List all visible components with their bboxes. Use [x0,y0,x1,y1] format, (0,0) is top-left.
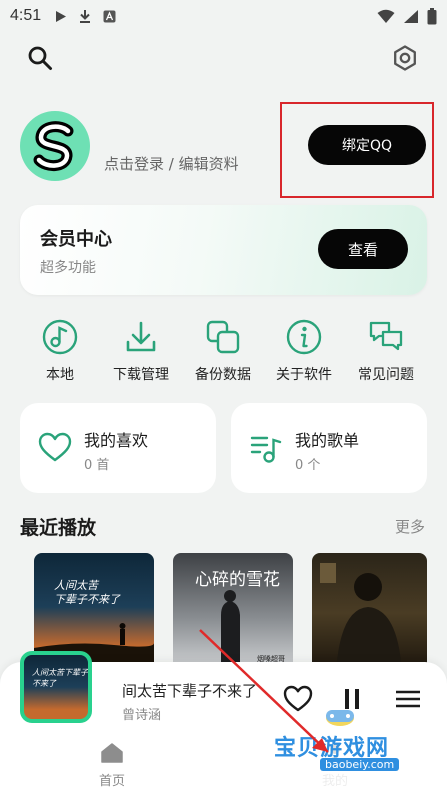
now-playing-title[interactable]: 间太苦下辈子不来了 [122,680,274,701]
vip-subtitle: 超多功能 [40,260,96,276]
nav-home[interactable]: 首页 [77,742,147,789]
play-status-icon [56,10,67,22]
download-icon [126,321,156,352]
favorites-card[interactable]: 我的喜欢 0 首 [20,403,216,493]
quick-faq[interactable]: 常见问题 [346,318,426,388]
playlist-icon [250,436,282,463]
cover-figure [320,563,402,673]
recent-title: 最近播放 [20,517,97,539]
settings-button[interactable] [385,38,425,78]
wifi-icon [377,9,395,23]
recent-cover[interactable]: 心碎的雪花 烟嗓超哥 [173,553,293,673]
vip-card[interactable]: 会员中心 超多功能 查看 [20,205,427,295]
battery-icon [427,7,437,24]
gear-icon [394,45,416,71]
playlists-title: 我的歌单 [295,431,360,450]
quick-backup-label: 备份数据 [195,367,251,383]
signal-icon [404,9,418,23]
app-status-icon [103,10,116,22]
bind-qq-button[interactable]: 绑定QQ [308,125,426,165]
avatar[interactable] [20,111,90,181]
chat-icon [369,321,403,351]
quick-backup[interactable]: 备份数据 [183,318,263,388]
recent-cover[interactable] [312,553,427,673]
vip-title: 会员中心 [40,229,112,250]
now-playing-artist: 曾诗涵 [122,708,162,723]
recent-more-link[interactable]: 更多 [395,516,425,537]
quick-actions: 本地 下载管理 备份数据 关于软件 常见问题 [0,318,447,388]
info-icon [286,319,322,355]
quick-about-label: 关于软件 [276,367,332,383]
music-note-icon [42,319,78,355]
status-bar: 4:51 [0,0,447,32]
quick-about[interactable]: 关于软件 [264,318,344,388]
home-icon [101,743,123,763]
search-button[interactable] [20,38,60,78]
quick-local[interactable]: 本地 [20,318,100,388]
quick-download[interactable]: 下载管理 [101,318,181,388]
heart-icon [38,432,72,462]
status-time: 4:51 [10,7,42,24]
quick-download-label: 下载管理 [113,367,169,383]
favorites-title: 我的喜欢 [84,431,149,450]
nav-home-label: 首页 [98,774,125,789]
vip-view-button[interactable]: 查看 [318,229,408,269]
app-logo-icon [33,121,74,171]
now-playing-cover-text: 人间太苦下辈子不来了 [32,668,88,688]
quick-faq-label: 常见问题 [358,367,414,383]
now-playing-cover[interactable]: 人间太苦下辈子不来了 [20,651,92,723]
backup-icon [206,320,240,354]
login-link[interactable]: 点击登录 / 编辑资料 [104,153,239,174]
quick-local-label: 本地 [46,367,74,383]
download-status-icon [80,10,91,23]
watermark-url: baobeiy.com [320,758,400,771]
search-icon [28,46,52,70]
playlists-count: 0 个 [295,458,321,473]
favorites-count: 0 首 [84,458,110,473]
playlists-card[interactable]: 我的歌单 0 个 [231,403,427,493]
